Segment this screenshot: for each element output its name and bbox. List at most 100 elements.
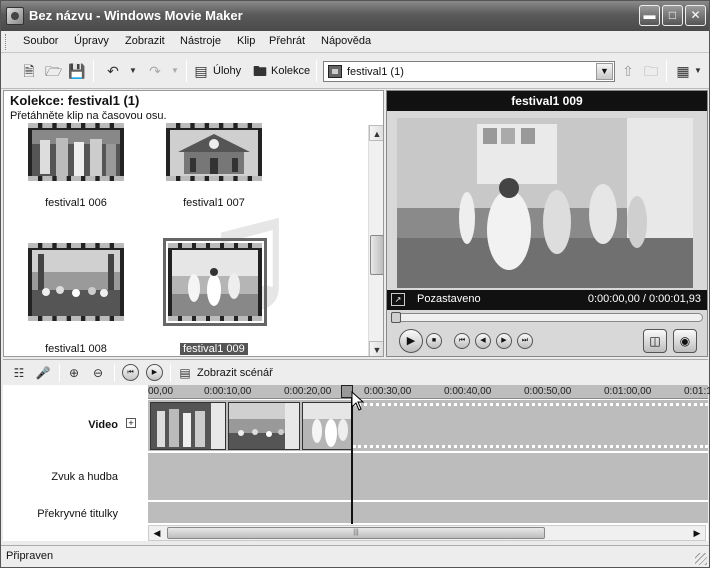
clip-label-006: festival1 006	[45, 197, 107, 209]
timeline-separator	[170, 364, 171, 382]
set-audio-levels-icon[interactable]: ☷	[11, 365, 27, 381]
timeline-clip[interactable]	[150, 402, 226, 450]
redo-icon[interactable]: ↷	[147, 63, 163, 79]
previous-frame-button[interactable]: ◀	[475, 333, 491, 349]
scroll-thumb[interactable]	[370, 235, 383, 275]
playhead-indicator[interactable]	[351, 398, 353, 524]
open-project-icon[interactable]: 🗁	[45, 63, 62, 79]
scroll-left-icon[interactable]: ◀	[149, 526, 165, 540]
preview-monitor: festival1 009 ↗ Pozastaveno 0:00:00,00 /…	[386, 90, 708, 357]
close-button[interactable]: ✕	[685, 5, 706, 26]
mouse-cursor-icon	[351, 391, 365, 411]
timeline-horizontal-scrollbar[interactable]: ◀ ||| ▶	[148, 525, 706, 541]
scroll-right-icon[interactable]: ▶	[689, 526, 705, 540]
menu-napoveda[interactable]: Nápověda	[321, 35, 371, 47]
views-dropdown-icon[interactable]: ▼	[690, 63, 706, 79]
timeline-clip[interactable]	[302, 402, 352, 450]
clip-label-007: festival1 007	[183, 197, 245, 209]
film-icon	[328, 65, 342, 78]
menu-soubor[interactable]: Soubor	[23, 35, 58, 47]
split-clip-button[interactable]: ◫	[643, 329, 667, 353]
timeline-clip[interactable]	[228, 402, 300, 450]
undo-dropdown-icon[interactable]: ▼	[125, 63, 141, 79]
next-frame-icon: ▶	[501, 337, 507, 344]
timeline-clip-thumbnail	[151, 403, 213, 449]
ruler-label: 0:00:20,00	[284, 386, 332, 397]
rewind-timeline-button[interactable]: ⏮	[122, 364, 139, 381]
collection-clip-006[interactable]	[28, 123, 124, 181]
collection-clip-007[interactable]	[166, 123, 262, 181]
audio-track-label: Zvuk a hudba	[51, 471, 118, 483]
timeline-clip-tail	[211, 403, 225, 449]
menu-grip[interactable]	[5, 34, 8, 50]
redo-dropdown-icon[interactable]: ▼	[167, 63, 183, 79]
next-clip-button[interactable]: ⏭	[517, 333, 533, 349]
new-collection-folder-icon[interactable]: 🗀	[643, 63, 659, 79]
clip-label-008: festival1 008	[45, 343, 107, 355]
save-project-icon[interactable]: 💾	[68, 63, 85, 79]
seek-handle[interactable]	[391, 312, 401, 323]
menu-upravy[interactable]: Úpravy	[74, 35, 109, 47]
scroll-down-icon[interactable]: ▼	[369, 341, 383, 356]
menu-prehrat[interactable]: Přehrát	[269, 35, 305, 47]
timeline-scroll-thumb[interactable]: |||	[167, 527, 545, 539]
zoom-in-icon[interactable]: ⊕	[66, 365, 82, 381]
new-project-icon[interactable]: 🗎	[21, 63, 37, 79]
video-track[interactable]	[148, 400, 708, 452]
preview-status-strip: ↗ Pozastaveno 0:00:00,00 / 0:00:01,93	[387, 290, 707, 310]
collection-clip-009[interactable]	[163, 238, 267, 326]
previous-clip-button[interactable]: ⏮	[454, 333, 470, 349]
next-frame-button[interactable]: ▶	[496, 333, 512, 349]
play-button[interactable]: ▶	[399, 329, 423, 353]
timeline-separator	[59, 364, 60, 382]
undo-icon[interactable]: ↶	[105, 63, 121, 79]
collection-hint: Přetáhněte klip na časovou osu.	[10, 110, 167, 122]
ruler-label: 00,00	[148, 386, 174, 397]
narrate-timeline-icon[interactable]: 🎤	[35, 365, 51, 381]
clip-label-009[interactable]: festival1 009	[180, 343, 248, 355]
maximize-button[interactable]: □	[662, 5, 683, 26]
show-storyboard-button[interactable]: Zobrazit scénář	[197, 367, 273, 379]
stop-button[interactable]: ■	[426, 333, 442, 349]
play-timeline-button[interactable]: ▶	[146, 364, 163, 381]
storyboard-icon[interactable]: ▤	[177, 365, 193, 381]
take-picture-button[interactable]: ◉	[673, 329, 697, 353]
zoom-out-icon[interactable]: ⊖	[90, 365, 106, 381]
resize-grip-icon[interactable]	[695, 553, 707, 565]
ruler-label: 0:00:40,00	[444, 386, 492, 397]
preview-title: festival1 009	[387, 91, 707, 111]
collection-dropdown[interactable]: festival1 (1) ▼	[323, 61, 615, 82]
collection-clip-008[interactable]	[28, 243, 124, 321]
collection-vertical-scrollbar[interactable]: ▲ ▼	[368, 125, 383, 356]
clip-thumbnail	[172, 250, 258, 316]
collections-button[interactable]: Kolekce	[271, 65, 310, 77]
window-title: Bez názvu - Windows Movie Maker	[29, 8, 243, 23]
scroll-up-icon[interactable]: ▲	[369, 125, 383, 141]
audio-music-track[interactable]	[148, 453, 708, 501]
minimize-icon: ▬	[643, 8, 656, 22]
next-clip-icon: ⏭	[521, 337, 529, 344]
camera-icon: ◉	[679, 334, 691, 348]
chevron-down-icon[interactable]: ▼	[596, 63, 613, 80]
app-icon[interactable]	[6, 7, 24, 25]
toolbar-separator	[186, 60, 187, 82]
tasks-icon[interactable]: ▤	[193, 63, 209, 79]
title-overlay-track-label: Překryvné titulky	[37, 508, 118, 520]
expand-track-icon[interactable]: +	[126, 418, 136, 428]
up-level-icon[interactable]: ⇧	[620, 63, 636, 79]
menu-nastroje[interactable]: Nástroje	[180, 35, 221, 47]
collections-folder-icon[interactable]: 🖿	[252, 63, 268, 79]
collection-panel: Kolekce: festival1 (1) Přetáhněte klip n…	[3, 90, 384, 357]
preview-video[interactable]	[397, 118, 693, 288]
tasks-button[interactable]: Úlohy	[213, 65, 241, 77]
timeline-ruler[interactable]: 00,00 0:00:10,00 0:00:20,00 0:00:30,00 0…	[148, 385, 710, 399]
views-icon[interactable]: ▦	[675, 63, 691, 79]
seek-bar[interactable]	[391, 312, 703, 323]
menu-klip[interactable]: Klip	[237, 35, 255, 47]
ruler-label: 0:00:30,00	[364, 386, 412, 397]
minimize-button[interactable]: ▬	[639, 5, 660, 26]
toolbar-separator	[93, 60, 94, 82]
title-overlay-track[interactable]	[148, 502, 708, 524]
fullscreen-icon[interactable]: ↗	[391, 293, 405, 306]
menu-zobrazit[interactable]: Zobrazit	[125, 35, 165, 47]
